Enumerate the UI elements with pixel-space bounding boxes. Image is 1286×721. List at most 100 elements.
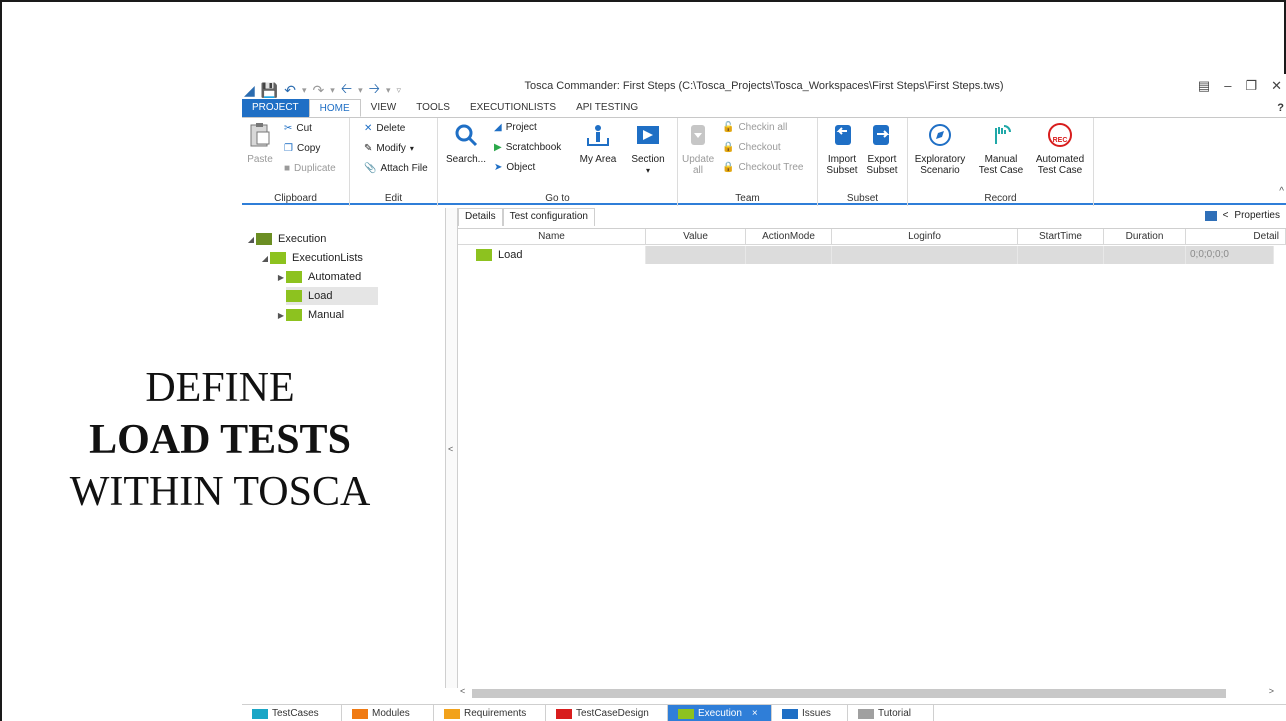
- pencil-icon: ✎: [364, 143, 373, 154]
- search-button[interactable]: Search...: [446, 122, 486, 165]
- properties-label: Properties: [1234, 210, 1280, 221]
- person-icon: [587, 125, 609, 146]
- import-subset-button[interactable]: Import Subset: [824, 122, 860, 176]
- tab-home[interactable]: HOME: [308, 99, 361, 117]
- ribbon-display-icon[interactable]: ▤: [1198, 78, 1210, 94]
- copy-button[interactable]: ❐ Copy: [284, 143, 320, 154]
- close-icon[interactable]: ✕: [1271, 78, 1282, 94]
- grid-header: Name Value ActionMode Loginfo StartTime …: [458, 229, 1286, 245]
- tab-tutorial[interactable]: Tutorial: [848, 705, 934, 721]
- automated-test-case-button[interactable]: REC Automated Test Case: [1030, 122, 1090, 176]
- tab-modules[interactable]: Modules: [342, 705, 434, 721]
- panel-splitter[interactable]: <: [446, 208, 458, 688]
- scroll-left-icon[interactable]: <: [460, 686, 465, 696]
- modify-button[interactable]: ✎ Modify ▾: [364, 143, 414, 154]
- collapsed-icon[interactable]: ▶: [276, 273, 286, 282]
- requirements-folder-icon: [444, 708, 460, 719]
- clipboard-icon: [250, 123, 270, 147]
- cell-detail: 0;0;0;0;0: [1186, 246, 1274, 264]
- folder-icon: [286, 290, 302, 302]
- expanded-icon[interactable]: ◢: [246, 235, 256, 244]
- scratchbook-button[interactable]: ▶ Scratchbook: [494, 142, 561, 153]
- print-icon[interactable]: [1204, 210, 1217, 221]
- checkout-button[interactable]: 🔒 Checkout: [722, 142, 781, 153]
- col-starttime[interactable]: StartTime: [1018, 229, 1104, 245]
- tree-node-executionlists[interactable]: ◢ ExecutionLists: [260, 249, 363, 267]
- col-value[interactable]: Value: [646, 229, 746, 245]
- col-duration[interactable]: Duration: [1104, 229, 1186, 245]
- section-button[interactable]: Section ▾: [628, 122, 668, 176]
- cell-value: [646, 246, 746, 264]
- cut-button[interactable]: ✂ Cut: [284, 123, 312, 134]
- restore-icon[interactable]: ❐: [1245, 78, 1257, 94]
- col-loginfo[interactable]: Loginfo: [832, 229, 1018, 245]
- cell-starttime: [1018, 246, 1104, 264]
- table-row[interactable]: Load 0;0;0;0;0: [458, 246, 1286, 264]
- export-subset-button[interactable]: Export Subset: [864, 122, 900, 176]
- tab-tools[interactable]: TOOLS: [406, 99, 460, 117]
- project-icon: ◢: [494, 122, 502, 133]
- hand-record-icon: [995, 125, 1011, 144]
- issues-folder-icon: [782, 708, 798, 719]
- exploratory-scenario-button[interactable]: Exploratory Scenario: [912, 122, 968, 176]
- my-area-button[interactable]: My Area: [578, 122, 618, 165]
- tab-execution[interactable]: Execution ×: [668, 705, 772, 721]
- tree-node-automated[interactable]: ▶ Automated: [276, 268, 361, 286]
- minimize-icon[interactable]: –: [1224, 78, 1231, 94]
- manual-test-case-button[interactable]: Manual Test Case: [976, 122, 1026, 176]
- caption-line-3: WITHIN TOSCA: [69, 469, 371, 515]
- tab-testcases[interactable]: TestCases: [242, 705, 342, 721]
- tab-executionlists[interactable]: EXECUTIONLISTS: [460, 99, 566, 117]
- checkin-all-button[interactable]: 🔓 Checkin all: [722, 122, 787, 133]
- duplicate-icon: ■: [284, 163, 291, 174]
- compass-icon: [929, 124, 951, 146]
- scissors-icon: ✂: [284, 123, 293, 134]
- col-name[interactable]: Name: [458, 229, 646, 245]
- attach-file-button[interactable]: 📎 Attach File: [364, 163, 428, 174]
- expanded-icon[interactable]: ◢: [260, 254, 270, 263]
- tab-project[interactable]: PROJECT: [242, 99, 309, 117]
- checkout-tree-button[interactable]: 🔒 Checkout Tree: [722, 162, 804, 173]
- cell-name: Load: [458, 246, 646, 264]
- object-button[interactable]: ➤ Object: [494, 162, 535, 173]
- col-detail[interactable]: Detail: [1186, 229, 1286, 245]
- caption-line-1: DEFINE: [145, 365, 295, 411]
- delete-button[interactable]: ✕ Delete: [364, 123, 405, 134]
- chevron-left-icon[interactable]: <: [448, 444, 453, 454]
- tab-details[interactable]: Details: [458, 208, 503, 226]
- col-actionmode[interactable]: ActionMode: [746, 229, 832, 245]
- tree-node-load[interactable]: Load: [286, 287, 378, 305]
- duplicate-button[interactable]: ■ Duplicate: [284, 163, 336, 174]
- modules-folder-icon: [352, 708, 368, 719]
- export-icon: [873, 125, 890, 145]
- collapse-ribbon-icon[interactable]: ^: [1279, 186, 1284, 197]
- tab-testcasedesign[interactable]: TestCaseDesign: [546, 705, 668, 721]
- cell-actionmode: [746, 246, 832, 264]
- tab-issues[interactable]: Issues: [772, 705, 848, 721]
- update-all-button[interactable]: Update all: [682, 122, 714, 176]
- tab-api-testing[interactable]: API TESTING: [566, 99, 648, 117]
- tab-test-configuration[interactable]: Test configuration: [502, 208, 595, 226]
- ribbon: Paste ✂ Cut ❐ Copy ■ Duplicate Clipboard ✕ D…: [242, 117, 1286, 206]
- collapsed-icon[interactable]: ▶: [276, 311, 286, 320]
- testcases-folder-icon: [252, 708, 268, 719]
- help-button[interactable]: ?: [1277, 102, 1284, 114]
- scroll-right-icon[interactable]: >: [1269, 686, 1274, 696]
- folder-icon: [286, 309, 302, 321]
- properties-toggle[interactable]: < Properties: [1204, 210, 1280, 221]
- tab-requirements[interactable]: Requirements: [434, 705, 546, 721]
- testcasedesign-folder-icon: [556, 708, 572, 719]
- close-icon[interactable]: ×: [752, 708, 758, 719]
- tab-view[interactable]: VIEW: [361, 99, 407, 117]
- copy-icon: ❐: [284, 143, 293, 154]
- subset-group: Import Subset Export Subset Subset: [818, 118, 908, 206]
- title-bar: ◢ 💾 ↶ ▾ ↷ ▾ 🡠 ▾ 🡢 ▾ ▿ Tosca Commander: First…: [242, 74, 1286, 98]
- tree-node-manual[interactable]: ▶ Manual: [276, 306, 344, 324]
- paste-button[interactable]: Paste: [244, 122, 276, 165]
- project-button[interactable]: ◢ Project: [494, 122, 537, 133]
- scroll-thumb[interactable]: [472, 689, 1226, 698]
- play-icon: ▶: [494, 142, 502, 153]
- paperclip-icon: 📎: [364, 163, 377, 174]
- horizontal-scrollbar[interactable]: < >: [458, 686, 1286, 700]
- tree-node-execution[interactable]: ◢ Execution: [246, 230, 326, 248]
